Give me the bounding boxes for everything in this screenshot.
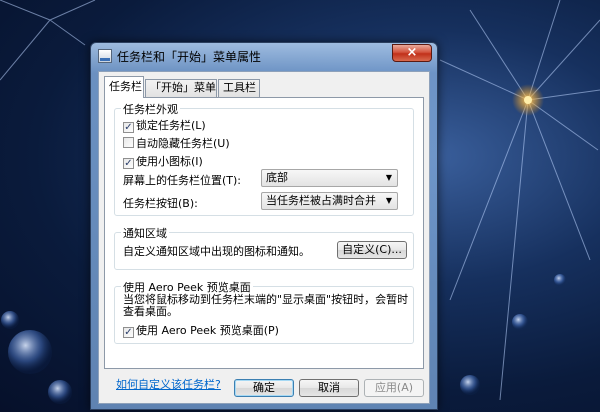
lock-taskbar-checkbox[interactable]: ✓: [123, 122, 134, 133]
taskbar-buttons-dropdown[interactable]: 当任务栏被占满时合并 ▼: [261, 192, 398, 210]
close-icon: ×: [406, 45, 418, 60]
group-title-appearance: 任务栏外观: [121, 101, 180, 117]
group-title-notification: 通知区域: [121, 225, 169, 241]
tab-toolbars[interactable]: 工具栏: [218, 79, 260, 97]
tab-start-menu[interactable]: 「开始」菜单: [145, 79, 217, 97]
customize-taskbar-help-link[interactable]: 如何自定义该任务栏?: [116, 376, 221, 392]
close-button[interactable]: ×: [392, 44, 432, 62]
taskbar-location-label: 屏幕上的任务栏位置(T):: [123, 174, 242, 187]
lock-taskbar-label: 锁定任务栏(L): [136, 119, 206, 132]
notification-description: 自定义通知区域中出现的图标和通知。: [123, 245, 310, 258]
aero-peek-group: 使用 Aero Peek 预览桌面 当您将鼠标移动到任务栏末端的"显示桌面"按钮…: [114, 279, 414, 344]
window-title: 任务栏和「开始」菜单属性: [117, 50, 262, 64]
aero-peek-description-line-2: 查看桌面。: [123, 305, 178, 318]
apply-button[interactable]: 应用(A): [364, 379, 424, 397]
aero-peek-option[interactable]: ✓ 使用 Aero Peek 预览桌面(P): [123, 322, 279, 338]
taskbar-properties-dialog: 任务栏和「开始」菜单属性 × 任务栏 「开始」菜单 工具栏 任务栏外观 ✓ 锁定任…: [90, 42, 438, 410]
aero-peek-description: 当您将鼠标移动到任务栏末端的"显示桌面"按钮时，会暂时 查看桌面。: [123, 294, 408, 318]
taskbar-buttons-value: 当任务栏被占满时合并: [266, 194, 376, 207]
notification-area-group: 通知区域 自定义通知区域中出现的图标和通知。 自定义(C)...: [114, 225, 414, 270]
taskbar-location-dropdown[interactable]: 底部 ▼: [261, 169, 398, 187]
customize-button[interactable]: 自定义(C)...: [337, 241, 407, 259]
taskbar-buttons-label: 任务栏按钮(B):: [123, 197, 198, 210]
aero-peek-checkbox[interactable]: ✓: [123, 327, 134, 338]
tab-taskbar[interactable]: 任务栏: [104, 76, 144, 98]
taskbar-appearance-group: 任务栏外观 ✓ 锁定任务栏(L) 自动隐藏任务栏(U) ✓ 使用小图标(I) 屏幕上…: [114, 101, 414, 216]
taskbar-properties-icon: [98, 49, 112, 63]
cancel-button[interactable]: 取消: [299, 379, 359, 397]
title-bar[interactable]: 任务栏和「开始」菜单属性 ×: [91, 43, 437, 69]
lock-taskbar-option[interactable]: ✓ 锁定任务栏(L): [123, 117, 206, 133]
autohide-taskbar-label: 自动隐藏任务栏(U): [136, 137, 230, 150]
small-icons-label: 使用小图标(I): [136, 155, 203, 168]
taskbar-location-value: 底部: [266, 171, 288, 184]
small-icons-checkbox[interactable]: ✓: [123, 158, 134, 169]
chevron-down-icon: ▼: [385, 196, 392, 205]
autohide-taskbar-checkbox[interactable]: [123, 137, 134, 148]
chevron-down-icon: ▼: [385, 173, 392, 182]
taskbar-tab-panel: 任务栏外观 ✓ 锁定任务栏(L) 自动隐藏任务栏(U) ✓ 使用小图标(I) 屏幕上…: [104, 97, 424, 369]
dialog-client-area: 任务栏 「开始」菜单 工具栏 任务栏外观 ✓ 锁定任务栏(L) 自动隐藏任务栏(U…: [98, 71, 430, 404]
ok-button[interactable]: 确定: [234, 379, 294, 397]
aero-peek-label: 使用 Aero Peek 预览桌面(P): [136, 324, 279, 337]
autohide-taskbar-option[interactable]: 自动隐藏任务栏(U): [123, 135, 230, 151]
small-icons-option[interactable]: ✓ 使用小图标(I): [123, 153, 203, 169]
